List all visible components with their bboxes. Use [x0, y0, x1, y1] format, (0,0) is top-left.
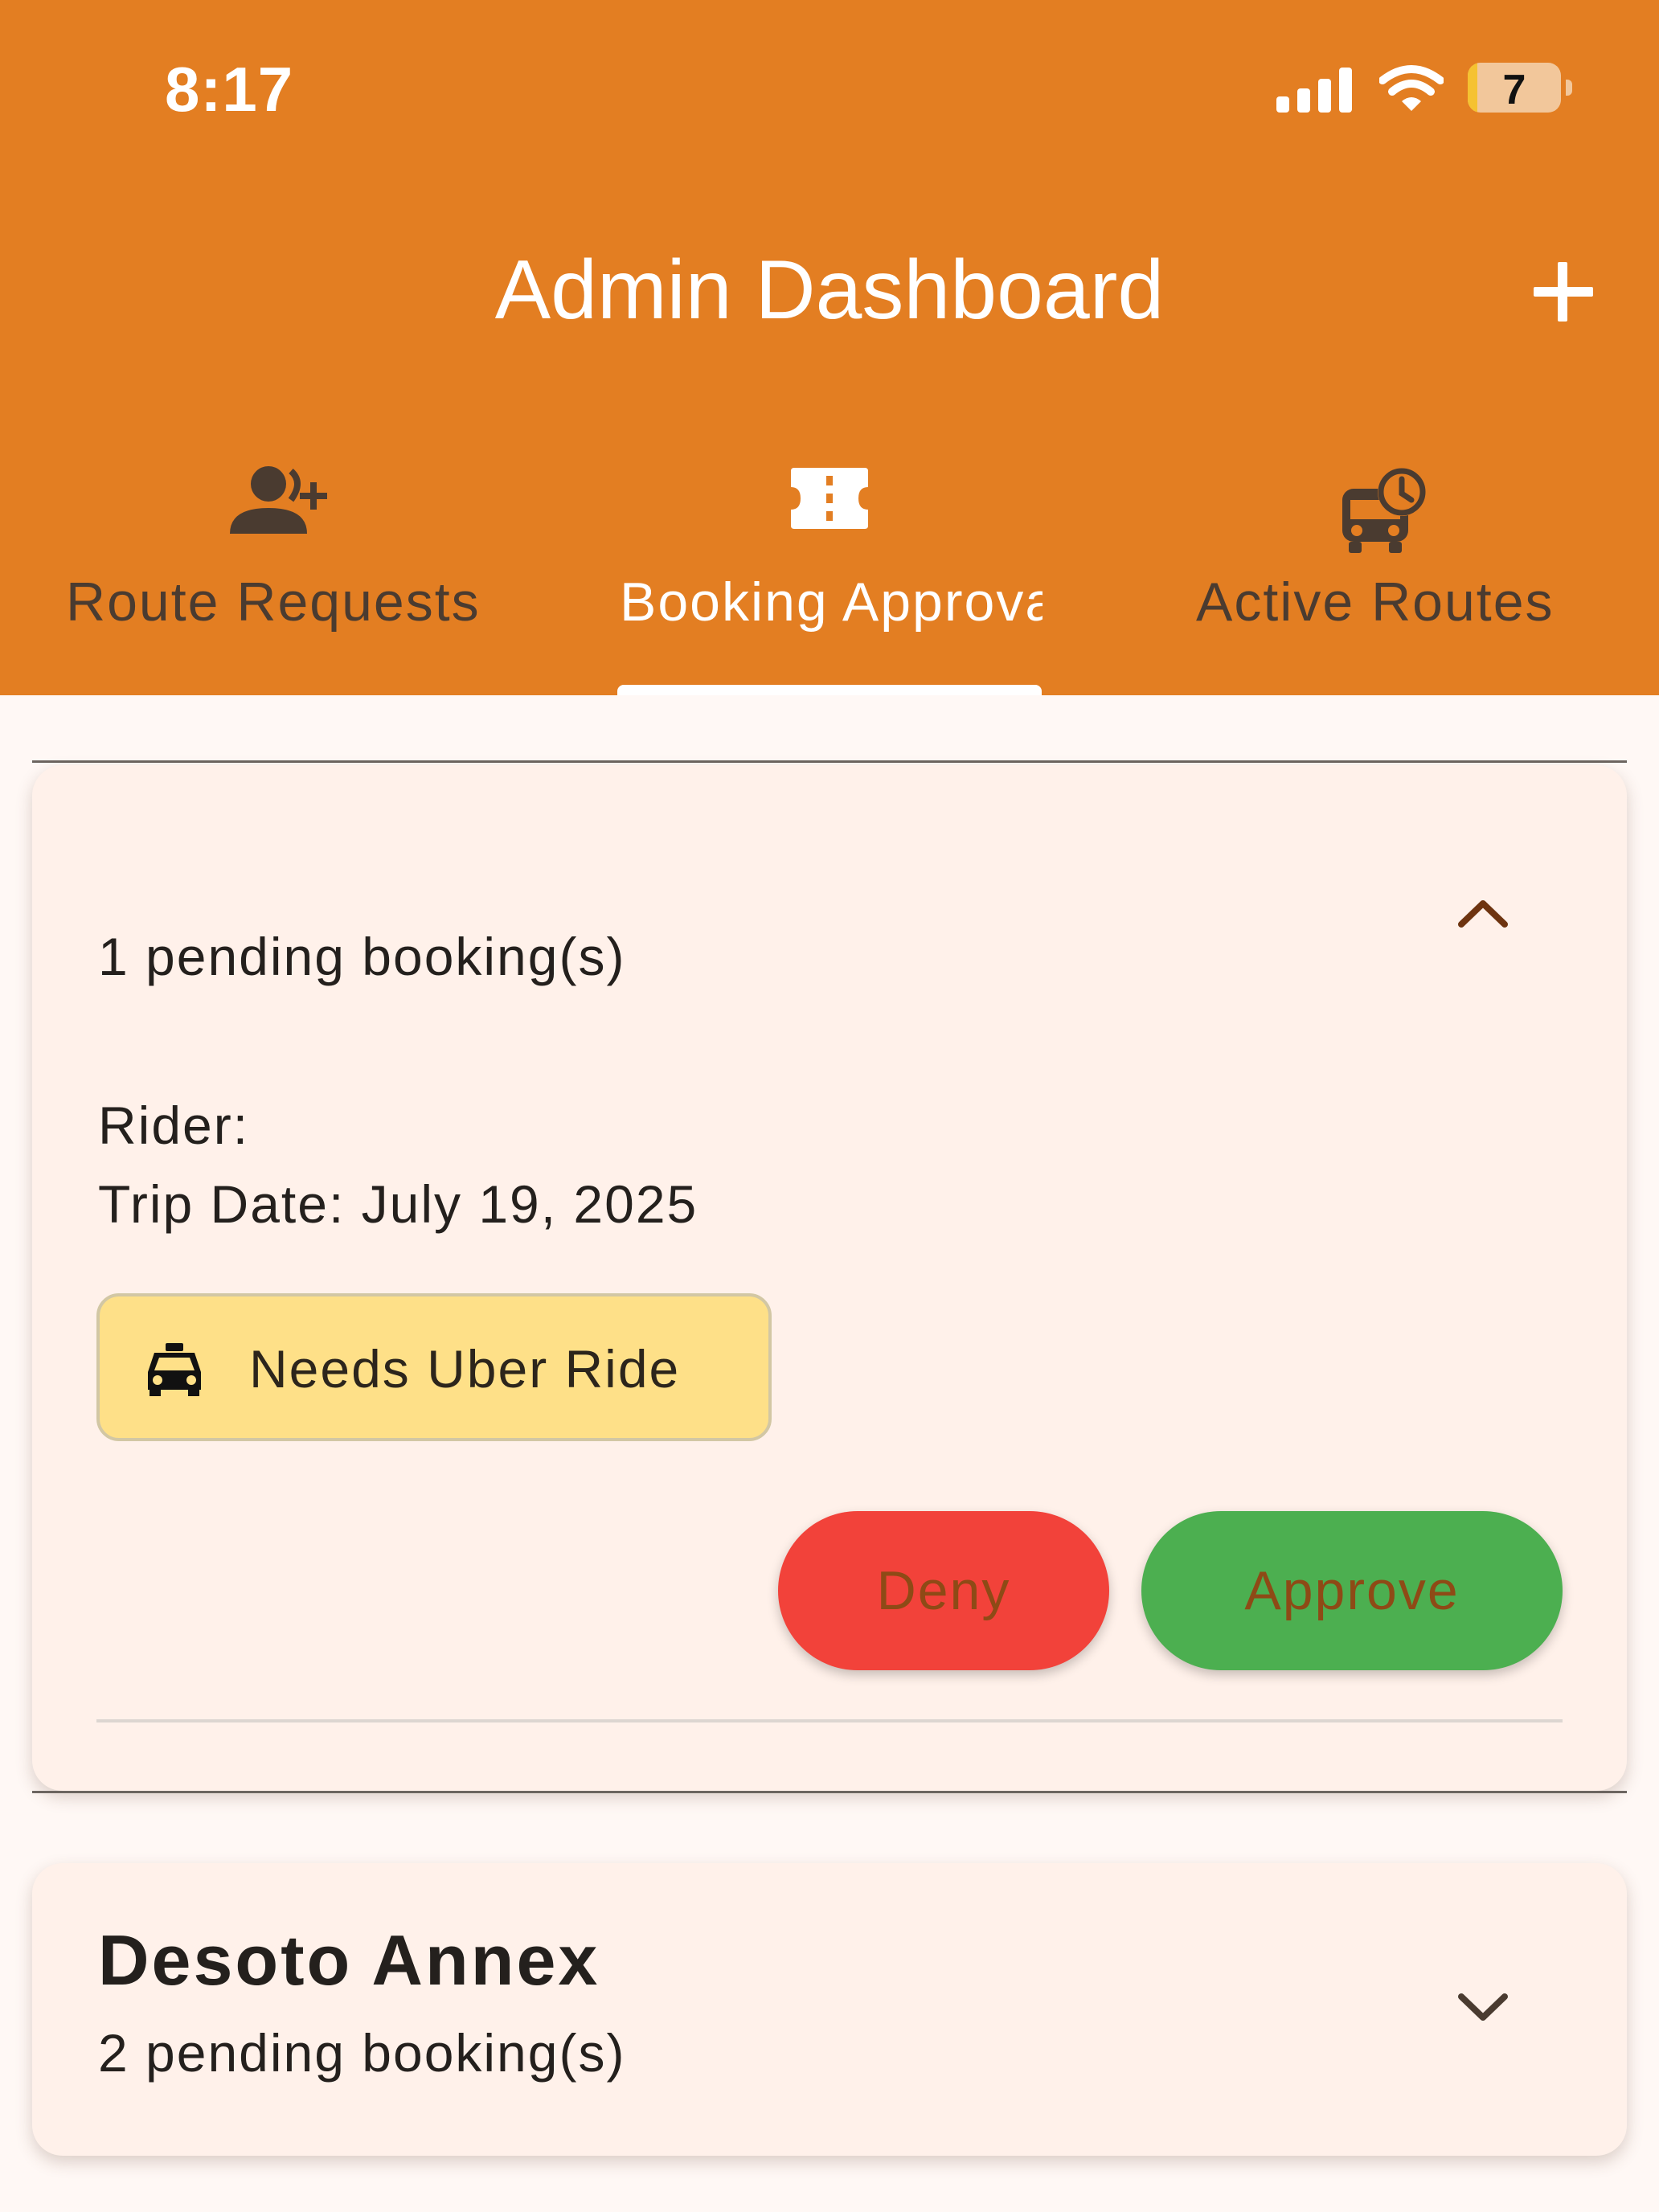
plus-icon[interactable] [1527, 256, 1600, 328]
chevron-up-icon[interactable] [1455, 892, 1511, 932]
bus-clock-icon [1342, 468, 1426, 553]
page-title: Admin Dashboard [494, 244, 1165, 337]
booking-group-card: 1 pending booking(s) Rider: Trip Date: J… [32, 765, 1627, 1791]
battery-level: 7 [1502, 67, 1526, 113]
status-time: 8:17 [165, 54, 294, 125]
app-header: 8:17 7 Admin Dashboard Route Requests Bo… [0, 0, 1659, 695]
uber-chip-label: Needs Uber Ride [249, 1339, 681, 1399]
approve-button[interactable]: Approve [1141, 1511, 1563, 1670]
rider-label: Rider: [98, 1096, 250, 1155]
divider [32, 1791, 1627, 1793]
battery-icon: 7 [1468, 63, 1561, 113]
divider [96, 1719, 1563, 1722]
person-add-icon [230, 466, 327, 534]
pending-count: 1 pending booking(s) [98, 927, 626, 986]
group-title: Desoto Annex [98, 1920, 600, 2000]
ticket-icon [791, 468, 868, 529]
tab-label: Booking Approvals [620, 571, 1043, 633]
trip-date: Trip Date: July 19, 2025 [98, 1174, 698, 1234]
pending-count: 2 pending booking(s) [98, 2023, 626, 2083]
divider [32, 760, 1627, 763]
tab-label: Active Routes [1196, 571, 1555, 633]
tab-label: Route Requests [66, 571, 481, 633]
tab-active-routes[interactable]: Active Routes [1106, 450, 1659, 695]
deny-button[interactable]: Deny [778, 1511, 1109, 1670]
chevron-down-icon[interactable] [1455, 1987, 1511, 2027]
tab-route-requests[interactable]: Route Requests [0, 450, 553, 695]
selected-tab-indicator [617, 685, 1042, 695]
taxi-icon [148, 1343, 201, 1396]
tab-booking-approvals[interactable]: Booking Approvals [553, 450, 1106, 695]
wifi-icon [1379, 65, 1444, 111]
needs-uber-ride-chip: Needs Uber Ride [96, 1293, 772, 1441]
cellular-signal-icon [1276, 68, 1352, 113]
booking-group-card[interactable]: Desoto Annex 2 pending booking(s) [32, 1863, 1627, 2156]
